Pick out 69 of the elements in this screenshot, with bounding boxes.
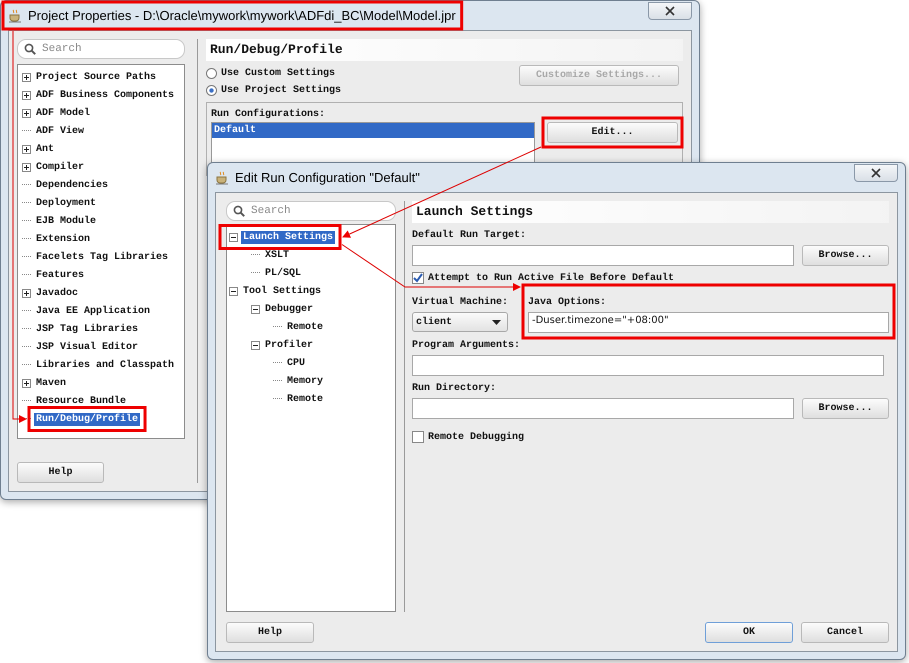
field-label: Default Run Target:: [412, 230, 528, 243]
tree-item[interactable]: CPU: [285, 356, 308, 370]
radio-option[interactable]: Use Project Settings: [206, 85, 342, 96]
tree-item[interactable]: XSLT: [263, 248, 292, 262]
tree-item[interactable]: Ant: [34, 142, 56, 156]
tree-item[interactable]: Tool Settings: [241, 284, 324, 298]
tree-item[interactable]: Extension: [34, 232, 92, 246]
run-configurations-label: Run Configurations:: [211, 109, 326, 120]
tree-item[interactable]: Libraries and Classpath: [34, 358, 176, 372]
close-button[interactable]: [648, 2, 692, 20]
tree-item[interactable]: Java EE Application: [34, 304, 152, 318]
panel-heading: Run/Debug/Profile: [206, 39, 683, 61]
field-label: Run Directory:: [412, 383, 498, 396]
field-label: Java Options:: [528, 297, 608, 310]
field-label: Virtual Machine:: [412, 297, 508, 310]
search-field[interactable]: Search: [226, 201, 396, 221]
tree-item[interactable]: PL/SQL: [263, 266, 304, 280]
tree-item[interactable]: Project Source Paths: [34, 70, 158, 84]
tree-item[interactable]: ADF Model: [34, 106, 92, 120]
coffee-cup-icon: [8, 8, 22, 23]
tree-item[interactable]: Facelets Tag Libraries: [34, 250, 170, 264]
input-field[interactable]: [412, 355, 884, 376]
tree-item[interactable]: ADF Business Components: [34, 88, 176, 102]
coffee-cup-icon: [215, 170, 229, 185]
radio-option[interactable]: Use Custom Settings: [206, 68, 342, 79]
checkbox-option[interactable]: Remote Debugging: [412, 431, 889, 443]
edit-button[interactable]: Edit...: [547, 122, 678, 143]
tree-item[interactable]: Maven: [34, 376, 68, 390]
tree-item[interactable]: Remote: [285, 320, 326, 334]
tree-item[interactable]: Javadoc: [34, 286, 80, 300]
tree-item[interactable]: Dependencies: [34, 178, 110, 192]
input-field[interactable]: -Duser.timezone="+08:00": [528, 312, 889, 333]
tree-item[interactable]: Profiler: [263, 338, 316, 352]
browse-button[interactable]: Browse...: [802, 398, 889, 419]
help-button[interactable]: Help: [17, 462, 104, 483]
tree-item[interactable]: Deployment: [34, 196, 98, 210]
close-icon: [665, 6, 675, 16]
tree-item[interactable]: Debugger: [263, 302, 316, 316]
tree-item[interactable]: JSP Visual Editor: [34, 340, 140, 354]
browse-button[interactable]: Browse...: [802, 245, 889, 266]
input-field[interactable]: [412, 245, 794, 266]
search-field[interactable]: Search: [17, 39, 185, 59]
tree-item[interactable]: ADF View: [34, 124, 86, 138]
tree-item[interactable]: Compiler: [34, 160, 86, 174]
tree-item[interactable]: Run/Debug/Profile: [34, 412, 140, 426]
dropdown-arrow-icon: [492, 320, 501, 324]
tree-item[interactable]: JSP Tag Libraries: [34, 322, 140, 336]
tree-item[interactable]: EJB Module: [34, 214, 98, 228]
tree-item[interactable]: Launch Settings: [241, 230, 336, 244]
tree-item[interactable]: Features: [34, 268, 86, 282]
close-button[interactable]: [854, 164, 898, 182]
dropdown[interactable]: client: [412, 312, 508, 332]
window-title: Edit Run Configuration "Default": [235, 170, 420, 185]
checkmark-icon: [413, 273, 423, 283]
close-icon: [871, 168, 881, 178]
search-icon: [24, 43, 36, 55]
field-label: Program Arguments:: [412, 340, 522, 353]
window-title: Project Properties - D:\Oracle\mywork\mywork\ADFdi_BC\Model\Model.jpr: [28, 8, 456, 23]
panel-heading: Launch Settings: [412, 201, 889, 223]
search-icon: [233, 205, 245, 217]
dialog-button[interactable]: Help: [226, 622, 314, 643]
input-field[interactable]: [412, 398, 794, 419]
tree-item[interactable]: Resource Bundle: [34, 394, 128, 408]
tree-item[interactable]: Remote: [285, 392, 326, 406]
list-item[interactable]: Default: [212, 123, 534, 138]
tree-item[interactable]: Memory: [285, 374, 326, 388]
dialog-button[interactable]: Cancel: [801, 622, 889, 643]
dialog-button[interactable]: OK: [705, 622, 793, 643]
checkbox-option[interactable]: Attempt to Run Active File Before Default: [412, 272, 889, 284]
